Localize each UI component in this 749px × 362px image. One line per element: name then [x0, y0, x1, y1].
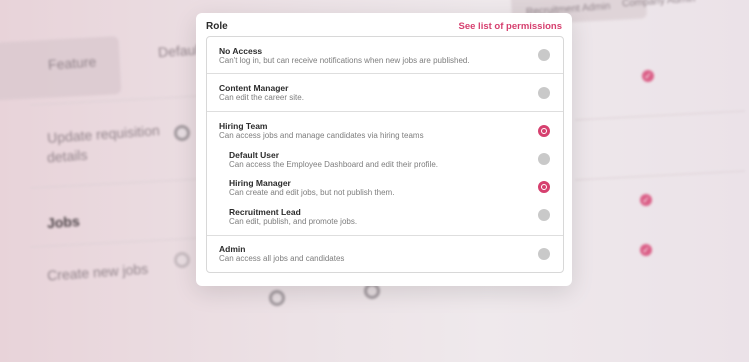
check-icon: ✓	[640, 194, 652, 206]
modal-header: Role See list of permissions	[206, 21, 562, 37]
role-description: Can't log in, but can receive notificati…	[219, 56, 470, 65]
role-name: Recruitment Lead	[229, 207, 301, 217]
radio-button-selected[interactable]	[538, 181, 550, 193]
role-option-hiring-team[interactable]: Hiring Team Can access jobs and manage c…	[207, 112, 563, 143]
role-option-no-access[interactable]: No Access Can't log in, but can receive …	[207, 37, 563, 73]
modal-title: Role	[206, 21, 228, 32]
radio-button[interactable]	[538, 209, 550, 221]
role-options-list: No Access Can't log in, but can receive …	[206, 36, 564, 273]
background-row-jobs: Jobs	[46, 212, 81, 232]
role-description: Can edit the career site.	[219, 93, 304, 102]
role-option-recruitment-lead[interactable]: Recruitment Lead Can edit, publish, and …	[207, 200, 563, 235]
role-name: Content Manager	[219, 83, 289, 93]
radio-button[interactable]	[538, 87, 550, 99]
background-radio	[174, 252, 190, 268]
check-icon: ✓	[640, 244, 652, 256]
role-option-default-user[interactable]: Default User Can access the Employee Das…	[207, 143, 563, 172]
role-name: Default User	[229, 150, 280, 160]
radio-button[interactable]	[538, 248, 550, 260]
see-permissions-link[interactable]: See list of permissions	[459, 21, 562, 32]
role-name: Hiring Team	[219, 121, 268, 131]
role-description: Can edit, publish, and promote jobs.	[229, 217, 358, 226]
radio-button[interactable]	[538, 153, 550, 165]
role-description: Can access all jobs and candidates	[219, 254, 345, 263]
check-icon: ✓	[642, 70, 654, 82]
background-feature-header: Feature	[47, 53, 97, 73]
radio-button-selected[interactable]	[538, 125, 550, 137]
background-radio	[269, 290, 285, 306]
role-description: Can create and edit jobs, but not publis…	[229, 188, 395, 197]
background-radio	[174, 125, 190, 141]
role-description: Can access the Employee Dashboard and ed…	[229, 160, 439, 169]
background-row-update-line2: details	[46, 146, 88, 166]
role-option-hiring-manager[interactable]: Hiring Manager Can create and edit jobs,…	[207, 172, 563, 200]
role-option-admin[interactable]: Admin Can access all jobs and candidates	[207, 236, 563, 272]
role-option-content-manager[interactable]: Content Manager Can edit the career site…	[207, 74, 563, 111]
role-description: Can access jobs and manage candidates vi…	[219, 131, 424, 140]
role-name: Admin	[219, 244, 246, 254]
role-name: Hiring Manager	[229, 178, 291, 188]
radio-button[interactable]	[538, 49, 550, 61]
role-name: No Access	[219, 46, 263, 56]
role-picker-modal: Role See list of permissions No Access C…	[196, 13, 572, 286]
